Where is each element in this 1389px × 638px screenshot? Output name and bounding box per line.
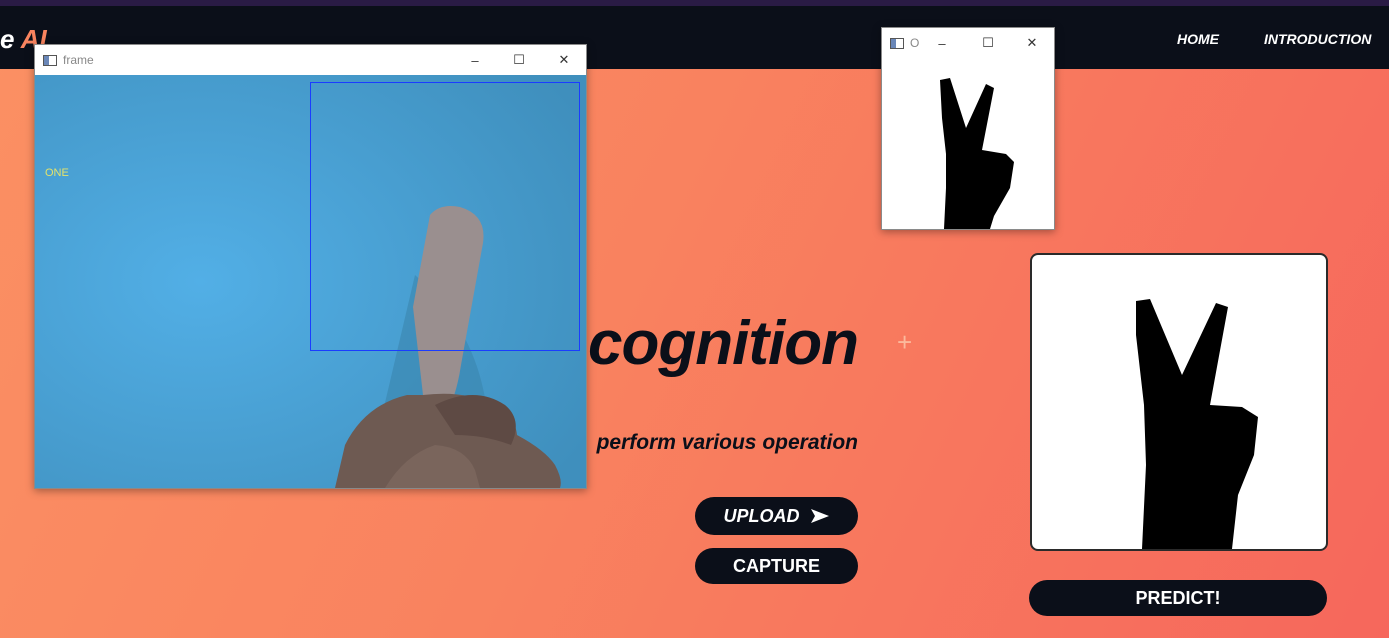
minimize-icon[interactable]: – <box>453 45 497 75</box>
upload-button[interactable]: UPLOAD <box>695 497 858 535</box>
capture-button[interactable]: CAPTURE <box>695 548 858 584</box>
frame-window[interactable]: frame – ☐ ✕ ONE <box>34 44 587 489</box>
predict-button[interactable]: PREDICT! <box>1029 580 1327 616</box>
app-icon <box>43 54 57 66</box>
maximize-icon[interactable]: ☐ <box>497 45 541 75</box>
plus-decoration-icon: + <box>897 327 913 357</box>
maximize-icon[interactable]: ☐ <box>966 28 1010 58</box>
upload-label: UPLOAD <box>723 505 800 526</box>
minimize-icon[interactable]: – <box>920 28 964 58</box>
nav-introduction-link[interactable]: INTRODUCTION <box>1264 31 1371 47</box>
frame-titlebar[interactable]: frame – ☐ ✕ <box>35 45 586 75</box>
threshold-image <box>882 58 1054 229</box>
prediction-label: ONE <box>45 167 69 179</box>
threshold-window[interactable]: O – ☐ ✕ <box>881 27 1055 230</box>
send-arrow-icon <box>810 509 829 523</box>
hand-silhouette-preview <box>1136 299 1258 549</box>
close-icon[interactable]: ✕ <box>542 45 586 75</box>
threshold-titlebar[interactable]: O – ☐ ✕ <box>882 28 1054 58</box>
frame-window-title: frame <box>63 53 94 67</box>
brand-prefix: e <box>0 24 21 54</box>
roi-box <box>310 82 580 351</box>
nav-home-link[interactable]: HOME <box>1177 31 1219 47</box>
threshold-window-title: O <box>910 36 920 50</box>
prediction-preview-image <box>1030 253 1328 551</box>
app-icon <box>890 37 904 49</box>
close-icon[interactable]: ✕ <box>1010 28 1054 58</box>
camera-feed: ONE <box>35 75 586 488</box>
